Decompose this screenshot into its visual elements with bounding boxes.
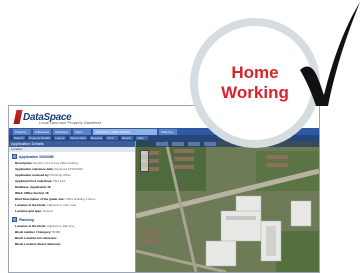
section-title: Application 16/00456 bbox=[19, 154, 54, 159]
badge-line-1: Home bbox=[231, 63, 279, 82]
checkmark-icon bbox=[300, 2, 360, 106]
aerial-photo bbox=[136, 141, 319, 272]
expand-icon bbox=[12, 217, 17, 222]
aerial-map[interactable] bbox=[136, 141, 319, 272]
map-zoom-icon[interactable] bbox=[140, 150, 149, 172]
map-tool-button[interactable] bbox=[188, 142, 200, 146]
section-title: Planning bbox=[19, 217, 34, 222]
tool-layers[interactable]: Layers bbox=[54, 136, 67, 140]
field-row: Description: Erection of 2 storey office… bbox=[15, 161, 79, 165]
tool-property-details[interactable]: Property Details bbox=[28, 136, 52, 140]
expand-icon bbox=[12, 154, 17, 159]
panel-subtitle: Location bbox=[9, 147, 135, 152]
map-tool-button[interactable] bbox=[156, 142, 168, 146]
section-application[interactable]: Application 16/00456 bbox=[12, 154, 132, 159]
field-row: Block Location list reference: bbox=[15, 236, 58, 240]
field-row: Block number / Category: B/456 bbox=[15, 230, 61, 234]
tool-help[interactable]: Help bbox=[136, 136, 149, 140]
logo-mark-icon bbox=[13, 110, 23, 124]
tool-search[interactable]: Search bbox=[13, 136, 25, 140]
field-row: Application reference date: Received 12/… bbox=[15, 167, 83, 171]
tool-street-view[interactable]: Street View bbox=[69, 136, 87, 140]
section-planning[interactable]: Planning bbox=[12, 217, 132, 222]
tool-measure[interactable]: Measure bbox=[89, 136, 104, 140]
badge-line-2: Working bbox=[221, 83, 289, 102]
field-row: Block Location Street reference: bbox=[15, 242, 62, 246]
field-row: Location of the block: Adjacent to Rail … bbox=[15, 224, 75, 228]
logo-subtitle: Local Land and Property Gazetteer bbox=[39, 120, 102, 125]
field-row: Database: Application 16 bbox=[15, 185, 51, 189]
tool-print[interactable]: Print bbox=[106, 136, 119, 140]
field-row: Brief Description of the grade size: Off… bbox=[15, 197, 96, 201]
field-row: Location of the block: Adjacent to main … bbox=[15, 203, 77, 207]
field-row: Application received by: Planning Office bbox=[15, 173, 71, 177]
field-row: Ward: Office Section 16 bbox=[15, 191, 49, 195]
info-panel: Application Details Location Application… bbox=[9, 141, 136, 272]
tool-export[interactable]: Export bbox=[121, 136, 134, 140]
field-row: Applicant Post code/Area: PE1 1AA bbox=[15, 179, 66, 183]
field-row: Location grid type: Normal bbox=[15, 209, 53, 213]
map-tool-button[interactable] bbox=[172, 142, 184, 146]
map-tool-button[interactable] bbox=[204, 142, 216, 146]
